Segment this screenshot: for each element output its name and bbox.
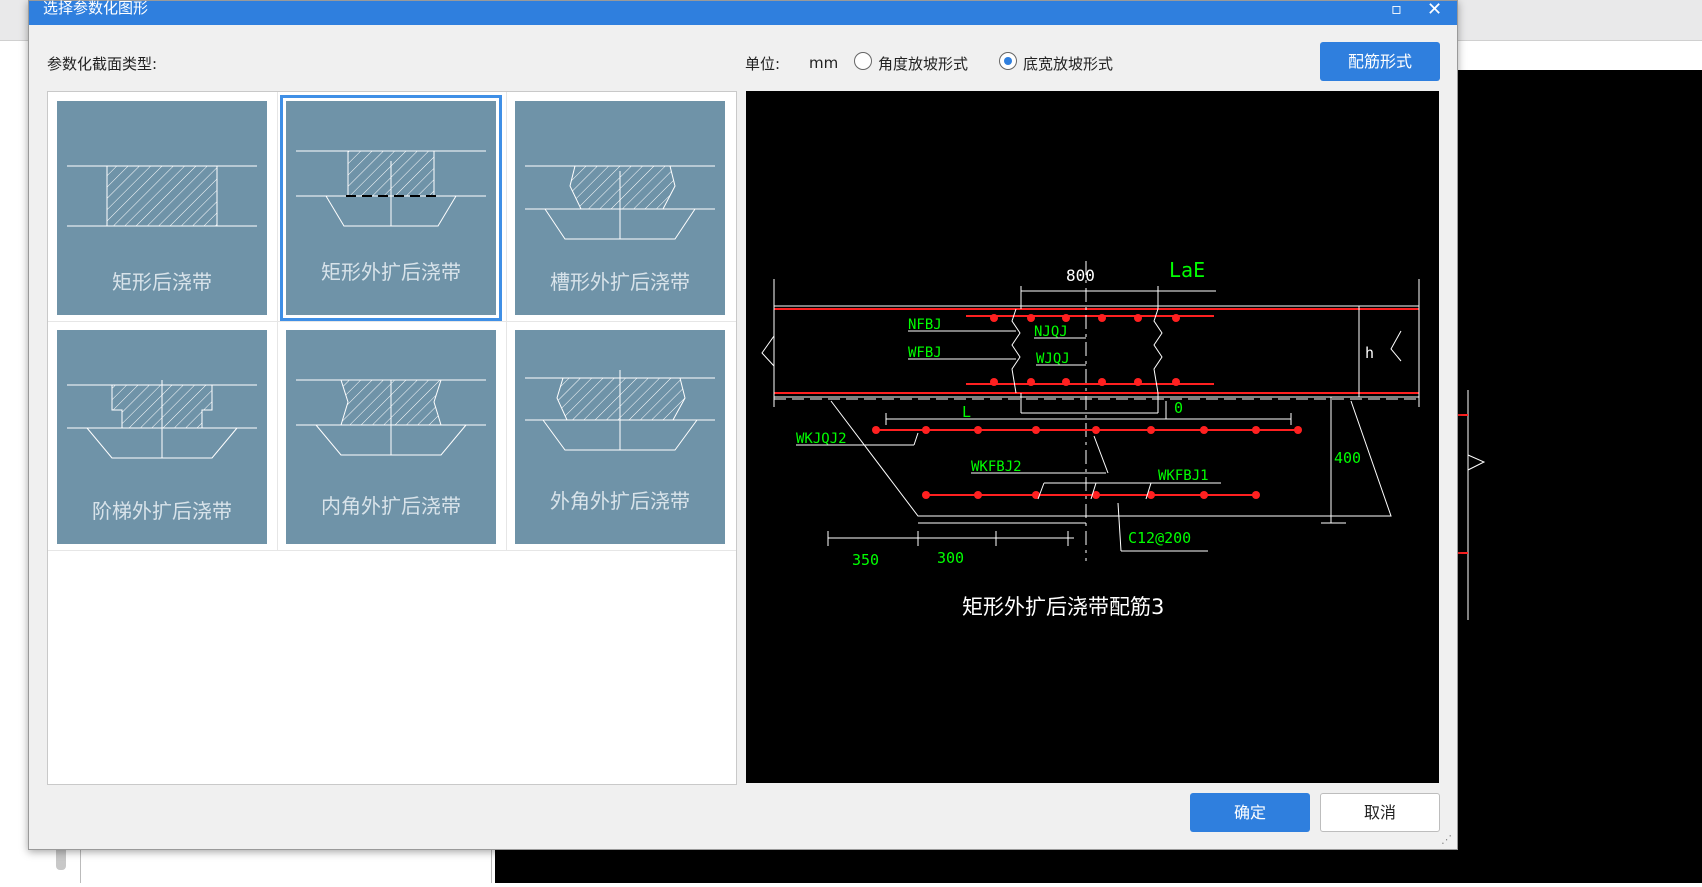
- unit-value: mm: [809, 54, 839, 72]
- close-icon[interactable]: ✕: [1427, 0, 1442, 20]
- background-left-panel: [80, 848, 492, 883]
- ok-button[interactable]: 确定: [1190, 793, 1310, 832]
- radio-selected-dot: [1004, 57, 1012, 65]
- thumb-label: 矩形后浇带: [112, 270, 212, 294]
- select-parametric-shape-dialog: 选择参数化图形 ▫ ✕ 参数化截面类型: 矩形后浇带 矩形外扩后浇带 槽形外扩后…: [28, 0, 1458, 850]
- thumb-trough-expanded-post-cast-strip[interactable]: 槽形外扩后浇带: [515, 101, 725, 315]
- section-preview-canvas: 800 LaE NFBJ WFBJ NJQJ WJQJ h L 0 WKJQJ2…: [746, 91, 1439, 783]
- thumb-stepped-expanded-post-cast-strip[interactable]: 阶梯外扩后浇带: [57, 330, 267, 544]
- dim-800: 800: [1066, 266, 1095, 285]
- zero-label: 0: [1174, 399, 1183, 417]
- resize-grip-icon[interactable]: ⋰: [1441, 833, 1452, 846]
- thumb-inner-corner-expanded-post-cast-strip[interactable]: 内角外扩后浇带: [286, 330, 496, 544]
- background-drawing-canvas-bottom: [495, 848, 1702, 883]
- thumb-rect-expanded-post-cast-strip[interactable]: 矩形外扩后浇带: [280, 95, 502, 321]
- radio-bottom-width-slope-label[interactable]: 底宽放坡形式: [1023, 53, 1113, 74]
- wkfbj1-label: WKFBJ1: [1158, 468, 1209, 484]
- l-label: L: [962, 403, 971, 421]
- radio-angle-slope[interactable]: [854, 52, 872, 70]
- shape-thumbnail-panel: 矩形后浇带 矩形外扩后浇带 槽形外扩后浇带 阶梯外扩后浇带 内角外扩后浇带 外角…: [47, 91, 737, 785]
- h-label: h: [1365, 344, 1374, 362]
- restore-icon[interactable]: ▫: [1391, 0, 1402, 18]
- thumb-label: 矩形外扩后浇带: [321, 260, 461, 284]
- unit-label: 单位:: [745, 55, 781, 73]
- dim-300: 300: [937, 549, 964, 567]
- dialog-title: 选择参数化图形: [43, 0, 149, 17]
- thumb-label: 槽形外扩后浇带: [550, 270, 690, 294]
- background-drawing-canvas: [1456, 70, 1702, 883]
- section-type-label: 参数化截面类型:: [47, 55, 158, 73]
- radio-bottom-width-slope[interactable]: [999, 52, 1017, 70]
- thumb-outer-corner-expanded-post-cast-strip[interactable]: 外角外扩后浇带: [515, 330, 725, 544]
- grid-divider: [48, 550, 736, 551]
- preview-caption: 矩形外扩后浇带配筋3: [962, 595, 1164, 619]
- thumb-label: 外角外扩后浇带: [550, 489, 690, 513]
- rebar-form-button[interactable]: 配筋形式: [1320, 42, 1440, 81]
- dim-350: 350: [852, 551, 879, 569]
- dialog-titlebar[interactable]: 选择参数化图形 ▫ ✕: [29, 0, 1457, 25]
- thumb-label: 内角外扩后浇带: [321, 494, 461, 518]
- lae-label: LaE: [1169, 258, 1205, 282]
- dim-400: 400: [1334, 449, 1361, 467]
- radio-angle-slope-label[interactable]: 角度放坡形式: [878, 53, 968, 74]
- cancel-button[interactable]: 取消: [1320, 793, 1440, 832]
- thumb-label: 阶梯外扩后浇带: [92, 499, 232, 523]
- grid-divider: [48, 321, 736, 322]
- thumb-rect-post-cast-strip[interactable]: 矩形后浇带: [57, 101, 267, 315]
- rebar-preview-drawing: 800 LaE NFBJ WFBJ NJQJ WJQJ h L 0 WKJQJ2…: [761, 258, 1420, 619]
- c12-label: C12@200: [1128, 529, 1191, 547]
